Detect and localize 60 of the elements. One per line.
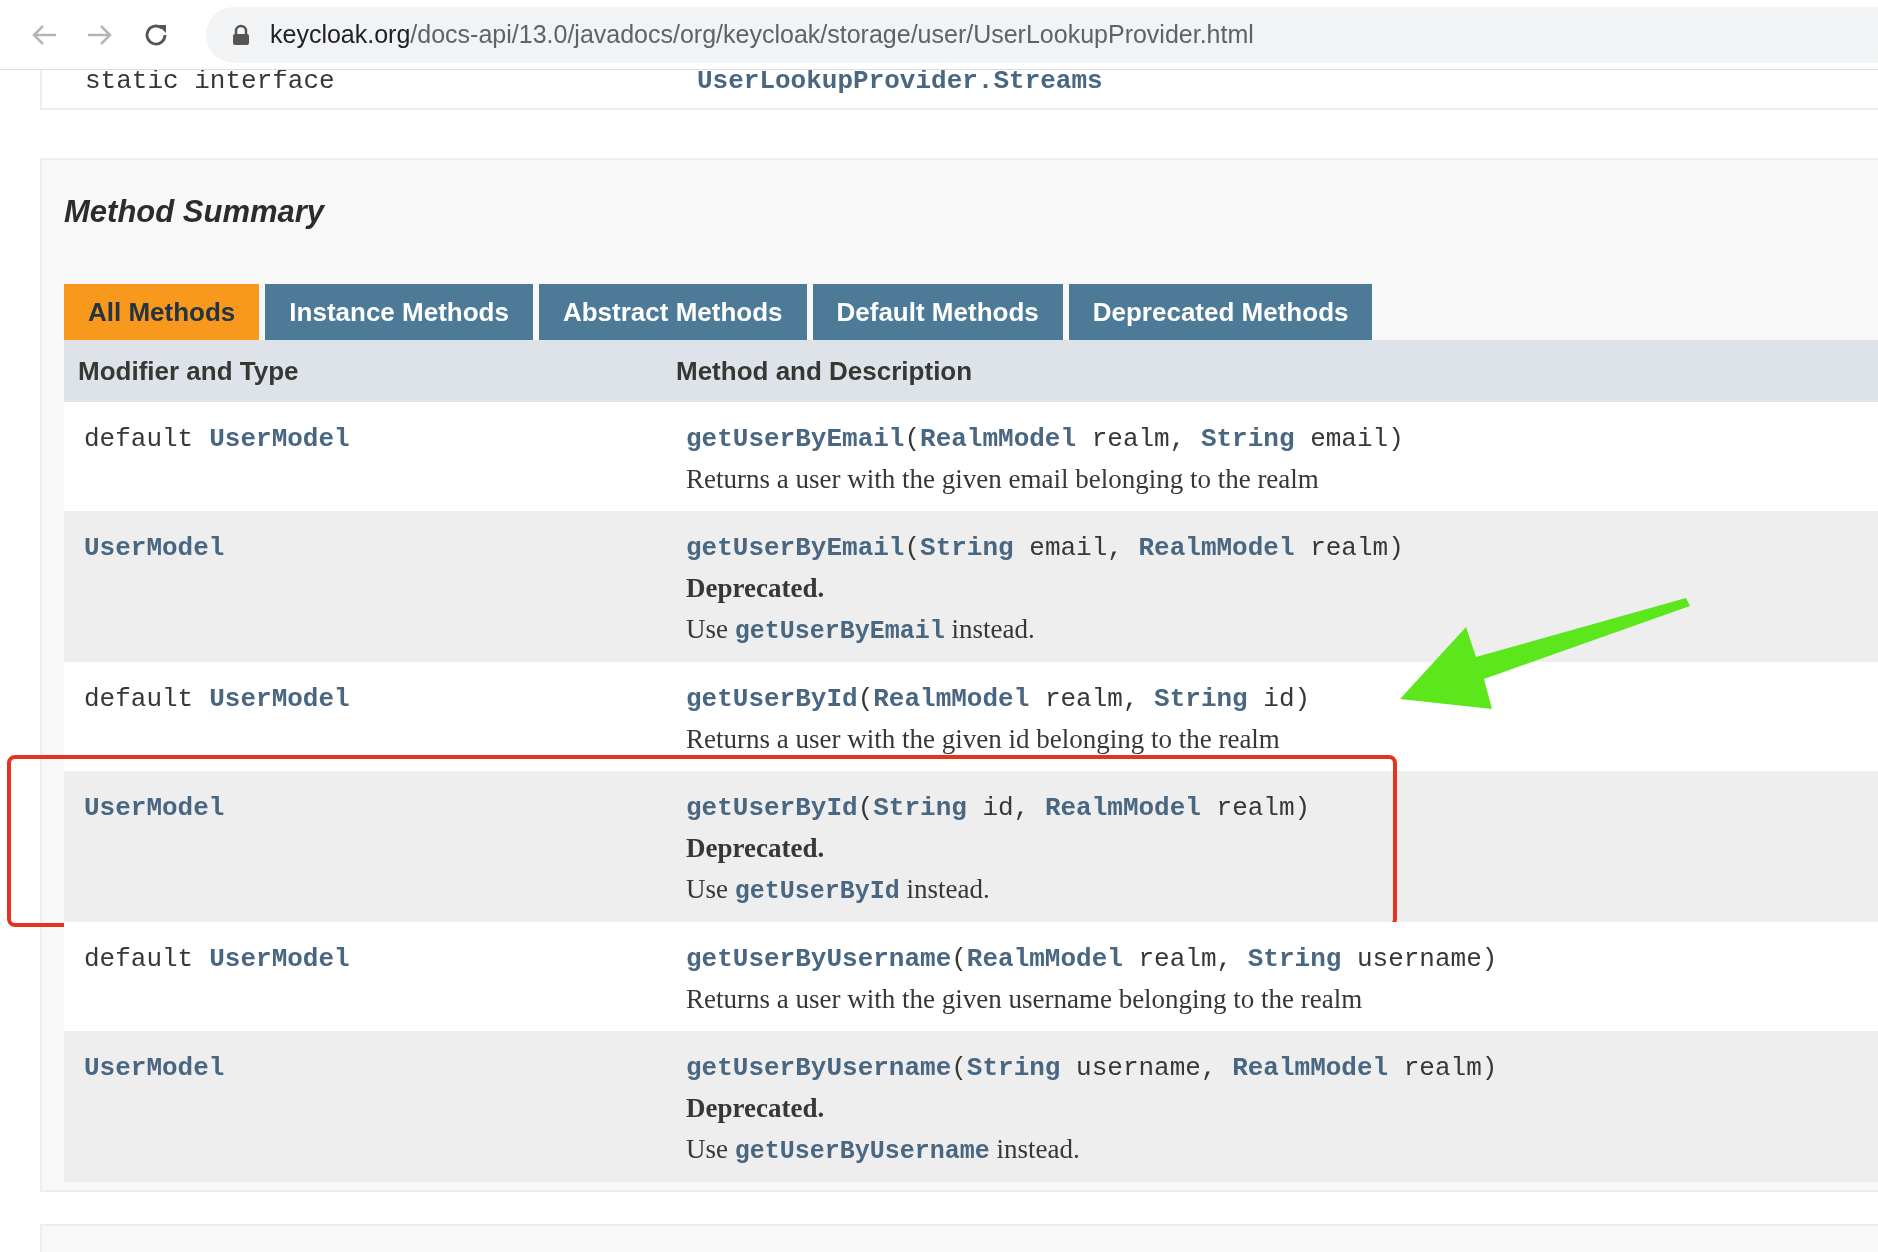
type-link[interactable]: UserModel (84, 793, 225, 823)
method-description: Returns a user with the given id belonging to the realm (686, 724, 1281, 755)
type-link[interactable]: UserModel (209, 424, 350, 454)
method-link[interactable]: getUserByEmail (686, 533, 905, 563)
column-header: Modifier and Type (77, 355, 300, 387)
method-signature: getUserByUsername(RealmModel realm, String username) (686, 944, 1498, 974)
back-icon[interactable] (30, 22, 58, 47)
method-signature: getUserById(String id, RealmModel realm) (686, 793, 1311, 823)
type-link[interactable]: String (1154, 684, 1248, 714)
method-link[interactable]: getUserByUsername (734, 1137, 990, 1166)
method-tab[interactable]: All Methods (64, 284, 260, 340)
modifier-keyword: default (84, 684, 194, 714)
method-link[interactable]: getUserById (686, 793, 858, 823)
deprecation-label: Deprecated. (686, 573, 826, 604)
modifier-text: static interface (85, 70, 335, 96)
type-link[interactable]: RealmModel (1232, 1053, 1389, 1083)
url-text: keycloak.org/docs-api/13.0/javadocs/org/keycloak/storage/user/UserLookupProvider.html (270, 20, 1254, 49)
lock-icon (232, 23, 250, 46)
method-link[interactable]: getUserByEmail (734, 617, 945, 646)
type-link[interactable]: String (873, 793, 967, 823)
method-tab[interactable]: Abstract Methods (538, 284, 807, 340)
deprecation-label: Deprecated. (686, 1093, 826, 1124)
type-link[interactable]: UserModel (209, 944, 350, 974)
method-signature: getUserById(RealmModel realm, String id) (686, 684, 1311, 714)
method-link[interactable]: getUserById (734, 877, 900, 906)
type-link[interactable]: String (966, 1053, 1061, 1083)
deprecation-note: Use getUserByEmail instead. (686, 614, 1036, 646)
type-link[interactable]: RealmModel (873, 684, 1030, 714)
method-link[interactable]: getUserByUsername (686, 944, 952, 974)
type-link[interactable]: RealmModel (1044, 793, 1201, 823)
deprecation-label: Deprecated. (686, 833, 826, 864)
method-signature: getUserByUsername(String username, RealmModel realm) (686, 1053, 1498, 1083)
type-link[interactable]: RealmModel (966, 944, 1123, 974)
type-link[interactable]: String (1200, 424, 1295, 454)
type-link[interactable]: RealmModel (1138, 533, 1295, 563)
type-link[interactable]: UserModel (84, 533, 225, 563)
type-link[interactable]: String (920, 533, 1014, 563)
method-link[interactable]: getUserByEmail (686, 424, 905, 454)
type-link[interactable]: UserLookupProvider.Streams (697, 66, 1103, 96)
method-description: Returns a user with the given username belonging to the realm (686, 984, 1364, 1015)
deprecation-note: Use getUserByUsername instead. (686, 1134, 1081, 1166)
type-link[interactable]: RealmModel (920, 424, 1077, 454)
modifier-keyword: default (84, 424, 194, 454)
method-tab[interactable]: Instance Methods (265, 284, 533, 340)
section-title: Method Summary (64, 194, 326, 230)
deprecation-note: Use getUserById instead. (686, 874, 991, 906)
address-bar[interactable]: keycloak.org/docs-api/13.0/javadocs/org/keycloak/storage/user/UserLookupProvider.html (206, 6, 1878, 63)
method-tab[interactable]: Deprecated Methods (1068, 284, 1373, 340)
method-signature: getUserByEmail(RealmModel realm, String email) (686, 424, 1404, 454)
type-link[interactable]: UserModel (84, 1053, 225, 1083)
type-link[interactable]: String (1247, 944, 1342, 974)
forward-icon[interactable] (86, 22, 114, 47)
column-header: Method and Description (676, 355, 973, 387)
method-signature: getUserByEmail(String email, RealmModel realm) (686, 533, 1404, 563)
method-tab[interactable]: Default Methods (812, 284, 1063, 340)
method-link[interactable]: getUserById (686, 684, 858, 714)
method-link[interactable]: getUserByUsername (686, 1053, 952, 1083)
type-link[interactable]: UserModel (209, 684, 350, 714)
modifier-keyword: default (84, 944, 194, 974)
method-description: Returns a user with the given email belonging to the realm (686, 464, 1320, 495)
